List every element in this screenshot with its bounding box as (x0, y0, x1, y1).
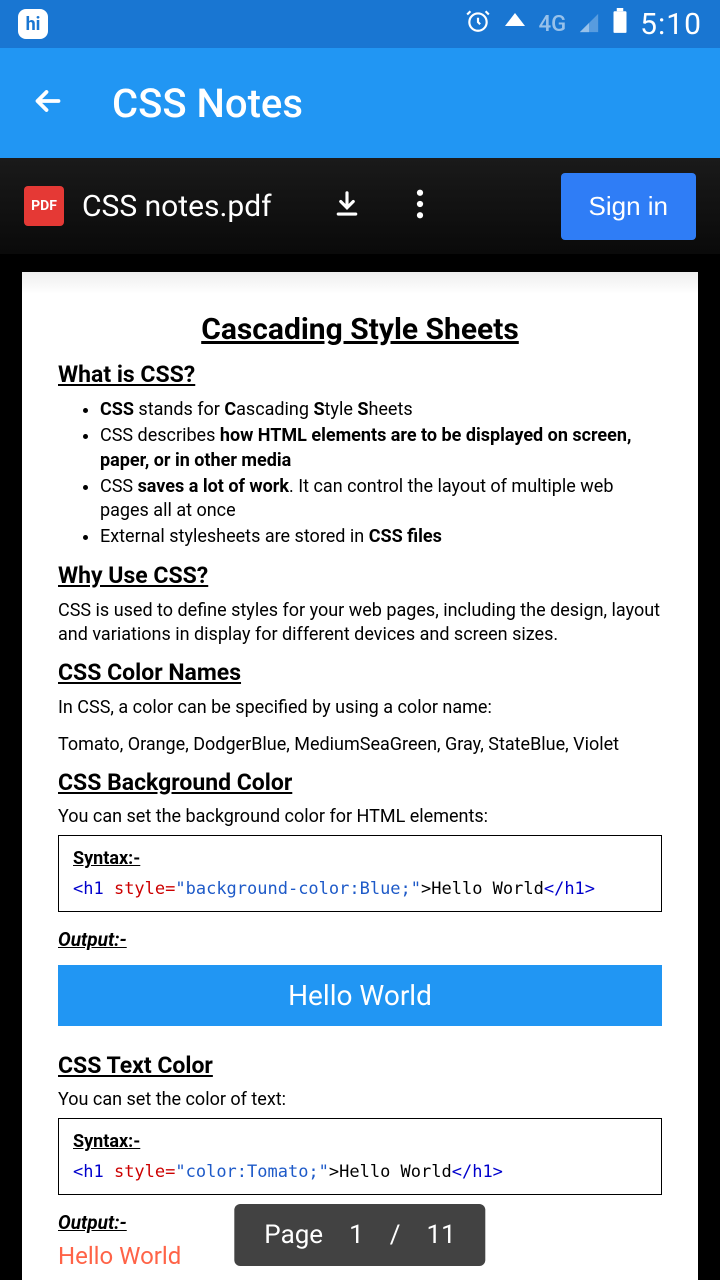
page-label: Page (264, 1220, 323, 1250)
back-button[interactable] (30, 83, 66, 123)
app-title: CSS Notes (112, 80, 303, 127)
list-item: CSS stands for Cascading Style Sheets (100, 398, 662, 422)
section-bg-color: CSS Background Color (58, 769, 662, 796)
pdf-filename: CSS notes.pdf (82, 189, 272, 224)
syntax-label: Syntax:- (73, 848, 647, 869)
bg-color-intro: You can set the background color for HTM… (58, 806, 662, 827)
color-names-intro: In CSS, a color can be specified by usin… (58, 696, 662, 720)
syntax-label: Syntax:- (73, 1131, 647, 1152)
section-why-use-css: Why Use CSS? (58, 562, 662, 589)
document-viewport[interactable]: Cascading Style Sheets What is CSS? CSS … (0, 254, 720, 1280)
signal-icon (578, 8, 600, 41)
output-label: Output:- (58, 928, 662, 951)
color-names-list: Tomato, Orange, DodgerBlue, MediumSeaGre… (58, 733, 662, 757)
list-item: CSS saves a lot of work. It can control … (100, 475, 662, 524)
code-box-bg: Syntax:- <h1 style="background-color:Blu… (58, 835, 662, 912)
app-bar: CSS Notes (0, 48, 720, 158)
section-what-is-css: What is CSS? (58, 361, 662, 388)
section-text-color: CSS Text Color (58, 1052, 662, 1079)
pdf-toolbar: PDF CSS notes.pdf Sign in (0, 158, 720, 254)
list-item: External stylesheets are stored in CSS f… (100, 525, 662, 549)
clock: 5:10 (640, 7, 702, 42)
pdf-badge-icon: PDF (24, 186, 64, 226)
wifi-icon (503, 8, 527, 41)
output-bg-demo: Hello World (58, 965, 662, 1026)
hi-app-icon: hi (18, 9, 48, 39)
page-current: 1 (349, 1220, 364, 1250)
battery-icon (612, 8, 628, 41)
network-label: 4G (539, 12, 567, 37)
code-box-text: Syntax:- <h1 style="color:Tomato;">Hello… (58, 1118, 662, 1195)
page-indicator: Page 1 / 11 (234, 1204, 485, 1266)
code-line: <h1 style="background-color:Blue;">Hello… (73, 879, 647, 899)
page-total: 11 (426, 1220, 455, 1250)
more-menu-icon[interactable] (416, 189, 424, 223)
text-color-intro: You can set the color of text: (58, 1089, 662, 1110)
code-line: <h1 style="color:Tomato;">Hello World</h… (73, 1162, 647, 1182)
why-use-css-text: CSS is used to define styles for your we… (58, 599, 662, 648)
page-separator: / (390, 1220, 401, 1250)
sign-in-button[interactable]: Sign in (561, 173, 697, 240)
doc-title: Cascading Style Sheets (58, 312, 662, 347)
download-icon[interactable] (332, 189, 362, 223)
list-item: CSS describes how HTML elements are to b… (100, 424, 662, 473)
alarm-icon (465, 8, 491, 41)
status-bar: hi 4G 5:10 (0, 0, 720, 48)
pdf-page: Cascading Style Sheets What is CSS? CSS … (22, 272, 698, 1280)
section-color-names: CSS Color Names (58, 659, 662, 686)
what-is-css-list: CSS stands for Cascading Style Sheets CS… (100, 398, 662, 550)
